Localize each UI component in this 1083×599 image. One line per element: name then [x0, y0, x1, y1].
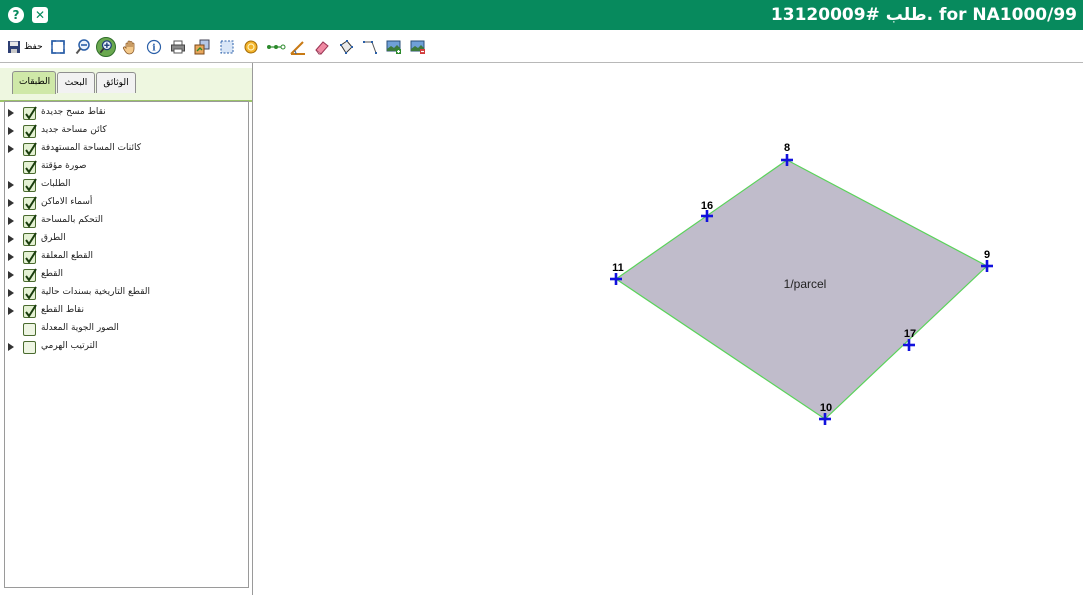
layer-label: نقاط القطع: [41, 305, 84, 315]
add-image-icon[interactable]: [386, 39, 402, 55]
survey-point-label: 8: [784, 142, 790, 154]
layers-panel: الطبقات البحث الوثائق نقاط مسح جديدة كائن…: [0, 63, 253, 595]
svg-text:i: i: [152, 44, 156, 54]
layer-row[interactable]: التحكم بالمساحة: [5, 214, 245, 232]
layer-label: الطلبات: [41, 179, 71, 189]
map-canvas[interactable]: 1/parcel 8 16 9 11 17 10: [253, 63, 1083, 595]
measure-line-icon[interactable]: [266, 39, 286, 55]
layer-label: نقاط مسح جديدة: [41, 107, 106, 117]
survey-point-label: 17: [904, 328, 916, 340]
layer-visibility-checkbox[interactable]: [23, 286, 37, 300]
expand-arrow-icon[interactable]: [8, 307, 14, 315]
expand-arrow-icon[interactable]: [8, 127, 14, 135]
layer-visibility-checkbox[interactable]: [23, 106, 37, 120]
layer-visibility-checkbox[interactable]: [23, 124, 37, 138]
title-bar: ? ✕ 13120009# طلب. for NA1000/99: [0, 0, 1083, 30]
zoom-extent-icon[interactable]: [50, 39, 66, 55]
layer-row[interactable]: الطلبات: [5, 178, 245, 196]
expand-arrow-icon[interactable]: [8, 145, 14, 153]
layer-label: التحكم بالمساحة: [41, 215, 103, 225]
expand-arrow-icon[interactable]: [8, 235, 14, 243]
map-toolbar: حفظ i: [0, 32, 1083, 63]
layer-label: صورة مؤقتة: [41, 161, 87, 171]
expand-arrow-icon[interactable]: [8, 199, 14, 207]
layer-row[interactable]: نقاط مسح جديدة: [5, 106, 245, 124]
panel-tabs: الطبقات البحث الوثائق: [0, 68, 252, 102]
survey-point-label: 9: [984, 249, 990, 261]
layer-label: القطع التاريخية بسندات حالية: [41, 287, 150, 297]
layer-row[interactable]: الصور الجوية المعدلة: [5, 322, 245, 340]
layer-visibility-checkbox[interactable]: [23, 250, 37, 264]
tab-layers[interactable]: الطبقات: [12, 71, 56, 94]
survey-point-label: 11: [612, 262, 624, 274]
info-icon[interactable]: i: [146, 39, 162, 55]
survey-point-label: 10: [820, 402, 832, 414]
layer-visibility-checkbox[interactable]: [23, 232, 37, 246]
window-title: 13120009# طلب. for NA1000/99: [770, 5, 1077, 25]
layer-row[interactable]: أسماء الاماكن: [5, 196, 245, 214]
close-icon[interactable]: ✕: [32, 7, 48, 23]
tab-search[interactable]: البحث: [57, 72, 95, 93]
expand-arrow-icon[interactable]: [8, 289, 14, 297]
expand-arrow-icon[interactable]: [8, 181, 14, 189]
layer-label: كائنات المساحة المستهدفة: [41, 143, 141, 153]
layer-row[interactable]: الطرق: [5, 232, 245, 250]
layer-visibility-checkbox[interactable]: [23, 341, 36, 354]
layer-visibility-checkbox[interactable]: [23, 196, 37, 210]
survey-point-label: 16: [701, 200, 713, 212]
layer-visibility-checkbox[interactable]: [23, 178, 37, 192]
polyline-icon[interactable]: [362, 39, 378, 55]
layer-row[interactable]: كائنات المساحة المستهدفة: [5, 142, 245, 160]
zoom-out-icon[interactable]: [75, 39, 91, 55]
expand-arrow-icon[interactable]: [8, 217, 14, 225]
layer-row[interactable]: القطع التاريخية بسندات حالية: [5, 286, 245, 304]
layer-visibility-checkbox[interactable]: [23, 268, 37, 282]
survey-point-marker[interactable]: 17: [903, 328, 916, 351]
layer-visibility-checkbox[interactable]: [23, 142, 37, 156]
map-svg[interactable]: 1/parcel 8 16 9 11 17 10: [253, 63, 1083, 595]
layer-label: القطع: [41, 269, 63, 279]
polygon-icon[interactable]: [338, 39, 354, 55]
layer-label: كائن مساحة جديد: [41, 125, 107, 135]
layer-visibility-checkbox[interactable]: [23, 304, 37, 318]
layer-label: الصور الجوية المعدلة: [41, 323, 119, 333]
layer-label: الطرق: [41, 233, 66, 243]
select-rectangle-icon[interactable]: [219, 39, 235, 55]
layer-row[interactable]: نقاط القطع: [5, 304, 245, 322]
expand-arrow-icon[interactable]: [8, 271, 14, 279]
layer-row[interactable]: القطع: [5, 268, 245, 286]
layers-export-icon[interactable]: [194, 39, 210, 55]
measure-angle-icon[interactable]: [290, 39, 306, 55]
layer-row[interactable]: القطع المعلقة: [5, 250, 245, 268]
layer-visibility-checkbox[interactable]: [23, 323, 36, 336]
zoom-in-icon[interactable]: [96, 37, 116, 57]
expand-arrow-icon[interactable]: [8, 109, 14, 117]
pan-hand-icon[interactable]: [122, 39, 138, 55]
question-mark-icon[interactable]: ?: [8, 7, 24, 23]
layer-visibility-checkbox[interactable]: [23, 160, 37, 174]
tab-documents[interactable]: الوثائق: [96, 72, 136, 93]
remove-image-icon[interactable]: [410, 39, 426, 55]
save-icon[interactable]: [6, 39, 22, 55]
layer-label: الترتيب الهرمي: [41, 341, 98, 351]
expand-arrow-icon[interactable]: [8, 343, 14, 351]
layer-label: القطع المعلقة: [41, 251, 93, 261]
layer-row[interactable]: الترتيب الهرمي: [5, 340, 245, 358]
layer-row[interactable]: صورة مؤقتة: [5, 160, 245, 178]
layer-tree: نقاط مسح جديدة كائن مساحة جديد كائنات المس…: [4, 101, 249, 588]
layer-row[interactable]: كائن مساحة جديد: [5, 124, 245, 142]
layer-label: أسماء الاماكن: [41, 197, 93, 207]
print-icon[interactable]: [170, 39, 186, 55]
survey-point-marker[interactable]: 10: [819, 402, 832, 425]
layer-visibility-checkbox[interactable]: [23, 214, 37, 228]
parcel-label: 1/parcel: [784, 277, 827, 291]
eraser-icon[interactable]: [314, 39, 330, 55]
coin-icon[interactable]: [243, 39, 259, 55]
save-label[interactable]: حفظ: [24, 42, 43, 52]
expand-arrow-icon[interactable]: [8, 253, 14, 261]
